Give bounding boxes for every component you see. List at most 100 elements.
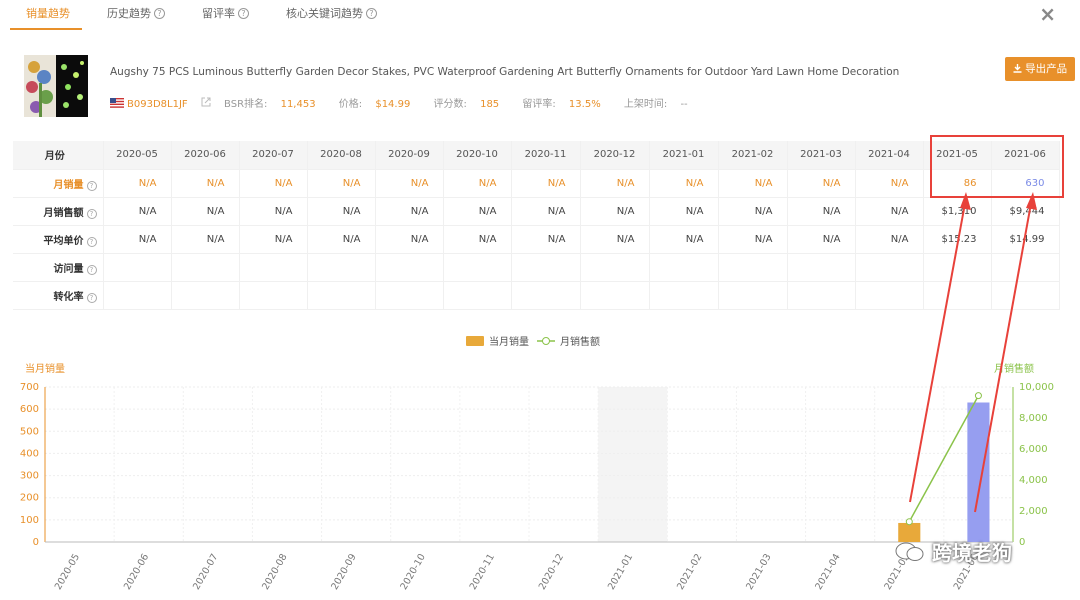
x-tick-label: 2021-04	[813, 552, 842, 592]
left-tick-label: 400	[20, 448, 39, 459]
sales-data-table: 月份 2020-05 2020-06 2020-07 2020-08 2020-09 20…	[13, 141, 1060, 310]
table-cell: N/A	[787, 197, 856, 226]
launch-date: 上架时间: --	[624, 99, 698, 110]
x-tick-label: 2020-05	[53, 552, 82, 592]
month-header-cell: 2020-10	[443, 141, 512, 170]
product-thumbnail	[24, 55, 88, 117]
highlight-box	[930, 135, 1064, 198]
external-link-icon[interactable]	[201, 97, 211, 107]
table-cell: N/A	[103, 197, 172, 226]
help-icon[interactable]: ?	[86, 236, 97, 247]
price-value: $14.99	[375, 99, 411, 110]
month-header-cell: 2021-01	[649, 141, 719, 170]
table-cell: N/A	[307, 169, 376, 198]
x-tick-label: 2020-12	[537, 552, 566, 592]
help-icon[interactable]: ?	[86, 208, 97, 219]
table-row: 月销售额? N/A N/A N/A N/A N/A N/A N/A N/A N/A N/A N/A N/…	[13, 197, 1060, 226]
price: 价格: $14.99	[339, 99, 421, 110]
tab-label: 销量趋势	[26, 7, 70, 20]
table-cell: N/A	[375, 197, 444, 226]
row-label-text: 月销量	[53, 179, 84, 191]
wechat-icon	[895, 542, 924, 561]
left-axis-label: 当月销量	[25, 362, 65, 375]
left-tick-label: 700	[20, 382, 39, 393]
left-tick-label: 300	[20, 471, 39, 482]
table-cell: N/A	[307, 225, 376, 254]
table-cell	[103, 281, 172, 310]
tab-sales-trend[interactable]: 销量趋势	[26, 5, 70, 21]
left-tick-label: 200	[20, 493, 39, 504]
product-title[interactable]: Augshy 75 PCS Luminous Butterfly Garden …	[110, 66, 899, 78]
right-tick-label: 10,000	[1019, 382, 1054, 393]
month-header-cell: 2020-05	[103, 141, 172, 170]
left-tick-label: 0	[33, 537, 39, 548]
tab-history-trend[interactable]: 历史趋势?	[107, 5, 165, 21]
table-cell	[375, 281, 444, 310]
table-cell	[239, 253, 308, 282]
watermark-text: 跨境老狗	[931, 541, 1012, 565]
month-header-cell: 2020-09	[375, 141, 444, 170]
table-cell	[171, 253, 240, 282]
line-point	[974, 392, 982, 400]
table-cell: N/A	[718, 225, 788, 254]
watermark: 跨境老狗	[895, 537, 1012, 566]
table-cell: N/A	[718, 169, 788, 198]
table-row: 平均单价? N/A N/A N/A N/A N/A N/A N/A N/A N/A N/A N/A N/…	[13, 225, 1060, 254]
month-header-cell: 2020-11	[511, 141, 581, 170]
export-product-button[interactable]: 导出产品	[1005, 57, 1075, 81]
launch-label: 上架时间:	[623, 99, 668, 110]
x-tick-label: 2021-03	[744, 552, 773, 592]
table-cell: N/A	[511, 225, 581, 254]
help-icon[interactable]: ?	[86, 292, 97, 303]
help-icon[interactable]: ?	[86, 264, 97, 275]
table-cell	[443, 281, 512, 310]
row-label-text: 转化率	[53, 291, 84, 303]
table-cell	[787, 281, 856, 310]
table-cell	[718, 281, 788, 310]
table-cell	[375, 253, 444, 282]
asin[interactable]: B093D8L1JF	[110, 97, 211, 110]
table-cell: N/A	[787, 225, 856, 254]
tab-keyword-trend[interactable]: 核心关键词趋势?	[286, 5, 377, 21]
x-tick-label: 2020-09	[329, 552, 358, 592]
right-tick-label: 2,000	[1019, 506, 1048, 517]
table-cell: N/A	[787, 169, 856, 198]
left-tick-label: 500	[20, 426, 39, 437]
x-tick-label: 2021-02	[675, 552, 704, 592]
tab-review-rate[interactable]: 留评率?	[202, 5, 249, 21]
bsr-value: 11,453	[280, 99, 316, 110]
table-cell: N/A	[649, 169, 719, 198]
table-cell: N/A	[511, 169, 581, 198]
table-row: 月销量? N/A N/A N/A N/A N/A N/A N/A N/A N/A N/A N/A N/A…	[13, 169, 1060, 198]
close-button[interactable]: ×	[1039, 2, 1056, 26]
x-tick-label: 2020-10	[399, 552, 428, 592]
table-cell: N/A	[580, 225, 650, 254]
table-cell: N/A	[649, 197, 719, 226]
row-label: 平均单价?	[13, 225, 104, 254]
right-tick-label: 0	[1019, 537, 1025, 548]
month-header: 月份	[13, 141, 104, 170]
table-cell	[649, 253, 719, 282]
x-tick-label: 2021-01	[606, 552, 635, 592]
table-cell: N/A	[239, 169, 308, 198]
us-flag-icon	[110, 98, 124, 108]
table-cell: N/A	[855, 169, 924, 198]
row-label: 月销量?	[13, 169, 104, 198]
x-tick-label: 2020-08	[260, 552, 289, 592]
table-cell: N/A	[649, 225, 719, 254]
right-tick-label: 4,000	[1019, 475, 1048, 486]
table-cell: N/A	[511, 197, 581, 226]
legend-bar-swatch	[466, 336, 484, 346]
table-cell	[307, 253, 376, 282]
left-tick-label: 100	[20, 515, 39, 526]
row-label-text: 月销售额	[43, 207, 84, 219]
table-cell	[307, 281, 376, 310]
table-cell	[511, 281, 581, 310]
help-icon[interactable]: ?	[86, 180, 97, 191]
table-cell: N/A	[103, 225, 172, 254]
table-cell: N/A	[855, 197, 924, 226]
month-header-cell: 2021-03	[787, 141, 856, 170]
table-row: 转化率?	[13, 281, 1060, 310]
month-header-cell: 2021-02	[718, 141, 788, 170]
right-tick-label: 8,000	[1019, 413, 1048, 424]
